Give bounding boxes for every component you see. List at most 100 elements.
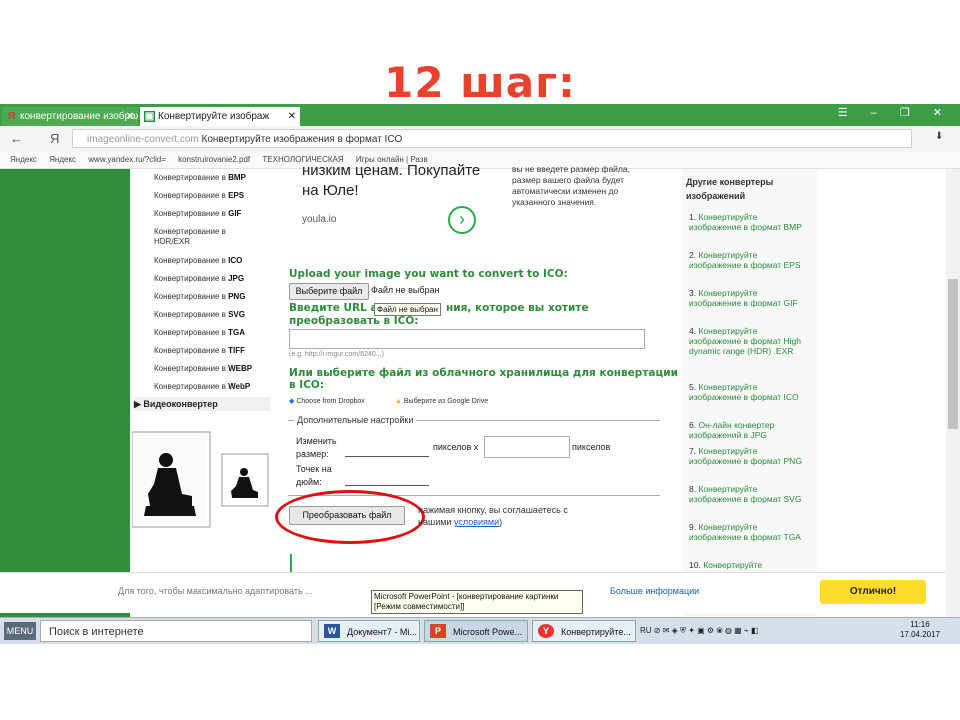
cloud-label: Или выберите файл из облачного хранилища… (289, 367, 678, 379)
upload-label: Upload your image you want to convert to… (289, 268, 568, 280)
url-input[interactable] (289, 329, 645, 349)
url-domain: imageonline-convert.com (87, 134, 199, 145)
converter-link-tga[interactable]: 9. Конвертируйте изображение в формат TG… (689, 522, 811, 542)
video-converter-link[interactable]: ▶ Видеоконвертер (134, 397, 270, 411)
tab-label: конвертирование изображ (20, 111, 138, 122)
bookmark[interactable]: www.yandex.ru/?clid= (88, 155, 166, 164)
google-drive-label: Выберите из Google Drive (403, 398, 489, 405)
download-icon[interactable]: ⬇ (935, 131, 943, 142)
menu-item-jpg[interactable]: Конвертирование в JPG (154, 274, 244, 284)
resize-label-1: Изменить (296, 436, 337, 446)
accept-cookies-button[interactable]: Отлично! (820, 580, 926, 604)
menu-item-hdr[interactable]: Конвертирование в HDR/EXR (154, 227, 254, 247)
menu-item-svg[interactable]: Конвертирование в SVG (154, 310, 245, 320)
more-info-link[interactable]: Больше информации (610, 586, 699, 596)
url-title: Конвертируйте изображения в формат ICO (198, 134, 403, 145)
menu-item-bmp[interactable]: Конвертирование в BMP (154, 173, 246, 183)
choose-file-button[interactable]: Выберите файл (289, 283, 369, 300)
bookmark[interactable]: konstruirovanie2.pdf (178, 155, 250, 164)
taskbar-app-powerpoint[interactable]: P Microsoft Powe... (424, 620, 528, 642)
menu-item-webp[interactable]: Конвертирование в WEBP (154, 364, 252, 374)
dropbox-button[interactable]: ◆ Choose from Dropbox (289, 395, 365, 408)
cloud-label-2: в ICO: (289, 379, 325, 391)
taskbar-tooltip: Microsoft PowerPoint - [конвертирование … (371, 590, 583, 614)
clock-date: 17.04.2017 (899, 630, 941, 639)
ad-note-line: размер вашего файла будет (512, 175, 625, 185)
taskbar-app-word[interactable]: W Документ7 - Mi... (318, 620, 420, 642)
close-icon[interactable]: ✕ (126, 107, 134, 126)
chevron-right-icon[interactable]: › (448, 206, 476, 234)
ad-text-line1[interactable]: низким ценам. Покупайте (302, 162, 480, 179)
tooltip-line: [Режим совместимости]] (374, 602, 465, 611)
terms-text: нажимая кнопку, вы соглашаетесь с (418, 505, 568, 515)
width-input[interactable] (345, 456, 429, 457)
scrollbar-thumb[interactable] (948, 279, 958, 429)
google-drive-icon: ▲ (395, 398, 404, 405)
dropbox-label: Choose from Dropbox (296, 398, 365, 405)
dpi-label-1: Точек на (296, 464, 332, 474)
yandex-icon: Я (7, 111, 16, 122)
window-controls[interactable]: ☰ – ❐ ✕ (838, 106, 952, 119)
tab-yandex[interactable]: Я конвертирование изображ ✕ (2, 107, 138, 126)
other-converters-title: Другие конвертеры изображений (686, 175, 814, 203)
tab-converter[interactable]: ▣ Конвертируйте изображ ✕ (140, 107, 300, 126)
url-hint: (e.g. http://i.imgur.com/6240...) (289, 351, 384, 358)
back-button[interactable]: ← (10, 131, 23, 146)
dpi-label-2: дюйм: (296, 477, 322, 487)
px-x-label: пикселов x (433, 442, 479, 452)
divider (290, 554, 292, 574)
start-menu-button[interactable]: MENU (4, 622, 36, 640)
url-label-a: Введите URL ад (289, 302, 386, 314)
address-bar: ← Я imageonline-convert.com Конвертируйт… (0, 126, 960, 153)
taskbar-app-browser[interactable]: Y Конвертируйте... (532, 620, 636, 642)
system-tray[interactable]: RU ⊘ ✉ ◈ ⛨ ✦ ▣ ⚙ ⦿ ◍ ▦ ⌁ ◧ (640, 622, 759, 640)
converter-link-png[interactable]: 7. Конвертируйте изображение в формат PN… (689, 446, 811, 466)
ad-text-line2[interactable]: на Юле! (302, 182, 359, 199)
menu-item-webp2[interactable]: Конвертирование в WebP (154, 382, 250, 392)
resize-label-2: размер: (296, 449, 329, 459)
no-file-status: Файл не выбран (371, 285, 440, 295)
menu-item-png[interactable]: Конвертирование в PNG (154, 292, 245, 302)
menu-item-gif[interactable]: Конвертирование в GIF (154, 209, 241, 219)
menu-item-tiff[interactable]: Конвертирование в TIFF (154, 346, 245, 356)
ad-note-line: автоматически изменен до (512, 186, 619, 196)
clock-time: 11:16 (910, 620, 930, 629)
ad-note-line: указанного значения. (512, 197, 597, 207)
converter-link-jpg[interactable]: 6. Он-лайн конвертер изображений в JPG (689, 420, 811, 440)
url-label-b: ния, которое вы хотите (446, 302, 589, 314)
converter-link-eps[interactable]: 2. Конвертируйте изображение в формат EP… (689, 250, 811, 270)
settings-legend: Дополнительные настройки (294, 415, 417, 425)
title-line: изображений (686, 191, 746, 201)
height-input[interactable] (484, 436, 570, 458)
dpi-input[interactable] (345, 485, 429, 486)
tooltip-line: Microsoft PowerPoint - [конвертирование … (374, 592, 559, 601)
taskbar: MENU Поиск в интернете W Документ7 - Mi..… (0, 617, 960, 644)
menu-item-tga[interactable]: Конвертирование в TGA (154, 328, 245, 338)
menu-item-eps[interactable]: Конвертирование в EPS (154, 191, 244, 201)
bookmark[interactable]: Яндекс (49, 155, 76, 164)
word-icon: W (324, 624, 340, 638)
menu-item-ico[interactable]: Конвертирование в ICO (154, 256, 242, 266)
converter-link-ico[interactable]: 5. Конвертируйте изображение в формат IC… (689, 382, 811, 402)
converter-link-hdr[interactable]: 4. Конвертируйте изображение в формат Hi… (689, 326, 811, 356)
app-label: Конвертируйте... (561, 627, 631, 637)
bookmark[interactable]: Яндекс (10, 155, 37, 164)
title-line: Другие конвертеры (686, 177, 774, 187)
yandex-browser-icon: Y (538, 624, 554, 638)
close-icon[interactable]: ✕ (288, 107, 296, 126)
ad-source[interactable]: youla.io (302, 214, 336, 225)
converter-link-gif[interactable]: 3. Конвертируйте изображение в формат GI… (689, 288, 811, 308)
converter-link-svg[interactable]: 8. Конвертируйте изображение в формат SV… (689, 484, 811, 504)
converter-link-more[interactable]: 10. Конвертируйте (689, 560, 811, 570)
url-field[interactable]: imageonline-convert.com Конвертируйте из… (72, 129, 912, 148)
clock[interactable]: 11:16 17.04.2017 (898, 620, 942, 640)
terms-link[interactable]: условиями (454, 517, 499, 527)
yandex-home-button[interactable]: Я (50, 131, 59, 146)
ad-note: вы не введете размер файла, размер вашег… (512, 164, 662, 208)
slide-title: 12 шаг: (384, 58, 576, 107)
converter-link-bmp[interactable]: 1. Конвертируйте изображение в формат BM… (689, 212, 811, 232)
tab-strip: Я конвертирование изображ ✕ ▣ Конвертиру… (0, 104, 960, 126)
google-drive-button[interactable]: ▲ Выберите из Google Drive (395, 395, 488, 408)
taskbar-search-input[interactable]: Поиск в интернете (40, 620, 312, 642)
app-label: Microsoft Powe... (453, 627, 523, 637)
